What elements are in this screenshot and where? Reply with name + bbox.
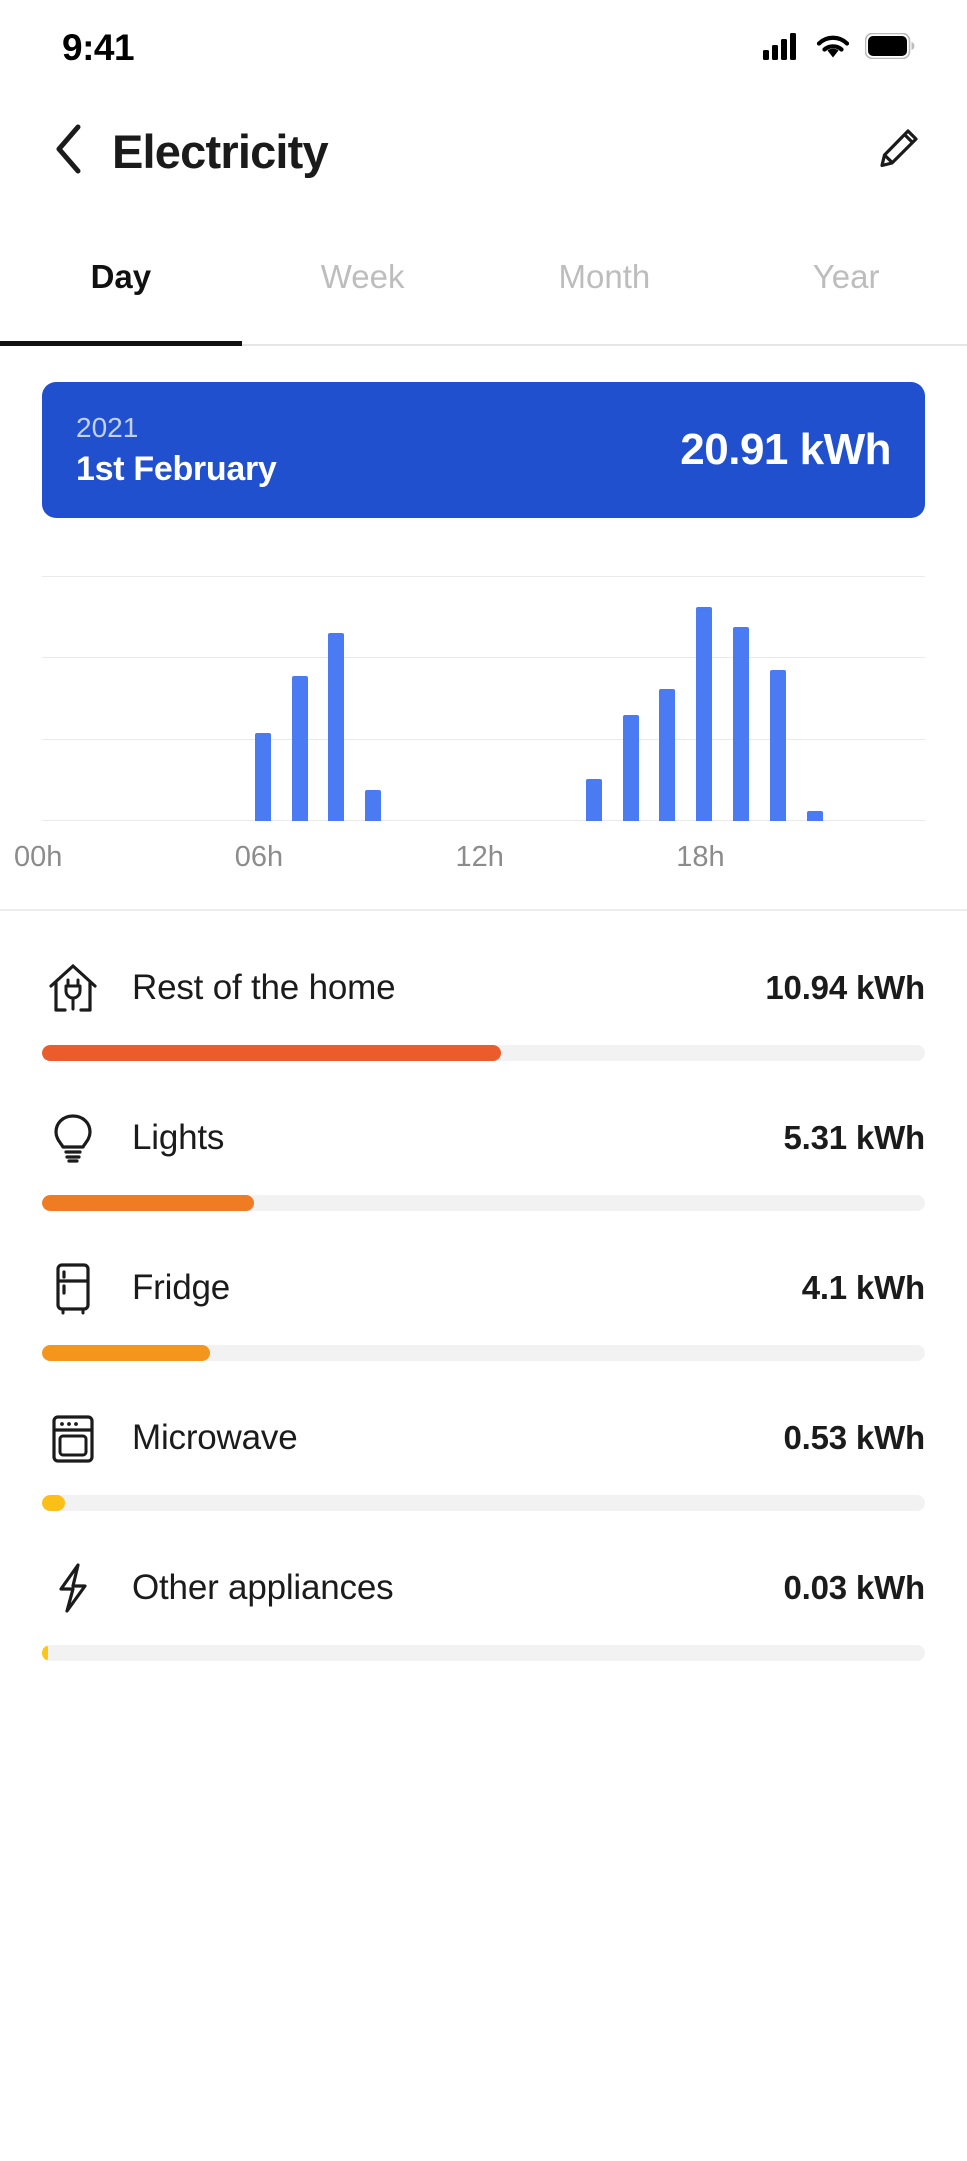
list-item[interactable]: Fridge 4.1 kWh bbox=[42, 1211, 925, 1361]
summary-card-wrapper: 2021 1st February 20.91 kWh bbox=[0, 346, 967, 518]
list-item-value: 4.1 kWh bbox=[801, 1269, 926, 1306]
chart-x-tick-label: 06h bbox=[234, 841, 284, 873]
chart-bar[interactable] bbox=[585, 778, 602, 821]
microwave-icon bbox=[42, 1407, 104, 1469]
edit-button[interactable] bbox=[869, 122, 927, 180]
chart-bar[interactable] bbox=[806, 811, 823, 821]
chart-bar[interactable] bbox=[254, 732, 271, 821]
status-time: 9:41 bbox=[62, 27, 135, 68]
battery-icon bbox=[864, 32, 915, 64]
chart-bar[interactable] bbox=[291, 675, 308, 821]
status-bar: 9:41 bbox=[0, 0, 967, 96]
usage-progress-fill bbox=[42, 1645, 49, 1661]
chart-bars bbox=[42, 576, 925, 821]
usage-progress-fill bbox=[42, 1495, 65, 1511]
list-item-header: Rest of the home 10.94 kWh bbox=[42, 955, 925, 1021]
usage-progress-fill bbox=[42, 1195, 254, 1211]
page-header: Electricity bbox=[0, 96, 967, 206]
summary-date: 1st February bbox=[76, 449, 277, 488]
home-plug-icon bbox=[42, 957, 104, 1019]
pencil-icon bbox=[876, 127, 920, 176]
chart-x-axis: 00h 06h 12h 18h bbox=[14, 841, 925, 885]
list-item[interactable]: Microwave 0.53 kWh bbox=[42, 1361, 925, 1511]
list-item-label: Other appliances bbox=[132, 1568, 394, 1607]
usage-chart-section: 00h 06h 12h 18h bbox=[0, 518, 967, 911]
list-item[interactable]: Other appliances 0.03 kWh bbox=[42, 1511, 925, 1661]
chevron-left-icon bbox=[52, 123, 86, 180]
usage-progress-track bbox=[42, 1645, 925, 1661]
usage-progress-track bbox=[42, 1345, 925, 1361]
tab-year[interactable]: Year bbox=[725, 242, 967, 344]
list-item-label: Rest of the home bbox=[132, 968, 396, 1007]
tab-week-label: Week bbox=[320, 258, 405, 295]
summary-total-value: 20.91 kWh bbox=[680, 425, 891, 474]
list-item-value: 5.31 kWh bbox=[783, 1119, 926, 1156]
chart-bar[interactable] bbox=[769, 669, 786, 821]
chart-x-tick-label: 12h bbox=[455, 841, 504, 873]
chart-bar[interactable] bbox=[328, 633, 345, 821]
lightning-bolt-icon bbox=[42, 1557, 104, 1619]
consumption-breakdown-list: Rest of the home 10.94 kWh Lights 5.31 kWh F… bbox=[0, 911, 967, 1661]
hourly-usage-bar-chart[interactable] bbox=[42, 576, 925, 821]
usage-progress-track bbox=[42, 1045, 925, 1061]
status-icons bbox=[763, 32, 915, 65]
lightbulb-icon bbox=[42, 1107, 104, 1169]
list-item[interactable]: Lights 5.31 kWh bbox=[42, 1061, 925, 1211]
list-item-header: Lights 5.31 kWh bbox=[42, 1105, 925, 1171]
list-item-value: 0.03 kWh bbox=[783, 1569, 926, 1606]
chart-bar[interactable] bbox=[622, 714, 639, 821]
wifi-icon bbox=[815, 32, 851, 65]
list-item[interactable]: Rest of the home 10.94 kWh bbox=[42, 911, 925, 1061]
list-item-value: 10.94 kWh bbox=[765, 969, 925, 1006]
list-item-value: 0.53 kWh bbox=[783, 1419, 926, 1456]
chart-bar[interactable] bbox=[365, 789, 382, 821]
list-item-label: Lights bbox=[132, 1118, 225, 1157]
fridge-icon bbox=[42, 1257, 104, 1319]
list-item-header: Microwave 0.53 kWh bbox=[42, 1405, 925, 1471]
list-item-label: Microwave bbox=[132, 1418, 298, 1457]
chart-bar[interactable] bbox=[696, 607, 713, 821]
tab-year-label: Year bbox=[812, 258, 880, 295]
list-item-header: Other appliances 0.03 kWh bbox=[42, 1555, 925, 1621]
usage-progress-track bbox=[42, 1195, 925, 1211]
usage-progress-fill bbox=[42, 1045, 502, 1061]
chart-bar[interactable] bbox=[733, 626, 750, 821]
back-button[interactable] bbox=[40, 122, 98, 180]
summary-card[interactable]: 2021 1st February 20.91 kWh bbox=[42, 382, 925, 518]
usage-progress-fill bbox=[42, 1345, 210, 1361]
list-item-label: Fridge bbox=[132, 1268, 231, 1307]
tab-month-label: Month bbox=[558, 258, 651, 295]
tab-week[interactable]: Week bbox=[242, 242, 484, 344]
tab-day[interactable]: Day bbox=[0, 242, 242, 346]
chart-x-tick-label: 18h bbox=[676, 841, 725, 873]
list-item-header: Fridge 4.1 kWh bbox=[42, 1255, 925, 1321]
chart-bar[interactable] bbox=[659, 688, 676, 821]
cellular-signal-icon bbox=[763, 32, 801, 65]
period-tabs: Day Week Month Year bbox=[0, 242, 967, 346]
usage-progress-track bbox=[42, 1495, 925, 1511]
tab-day-label: Day bbox=[90, 258, 152, 295]
summary-year: 2021 bbox=[76, 411, 139, 443]
tab-month[interactable]: Month bbox=[484, 242, 726, 344]
chart-x-tick-label: 00h bbox=[14, 841, 63, 873]
summary-card-date-block: 2021 1st February bbox=[76, 411, 277, 489]
page-title: Electricity bbox=[112, 124, 329, 178]
